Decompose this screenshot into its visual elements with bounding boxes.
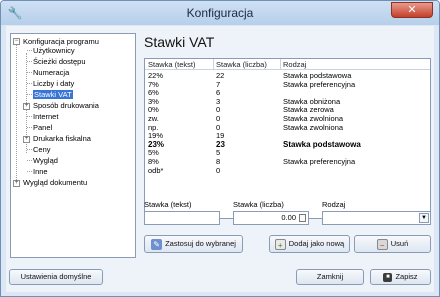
tree-line xyxy=(27,116,32,117)
collapse-icon[interactable]: − xyxy=(13,38,20,45)
tree-line xyxy=(27,61,32,62)
cell-kind: Stawka preferencyjna xyxy=(283,157,356,166)
add-label: Dodaj jako nową xyxy=(288,239,345,248)
tree-item-document-appearance[interactable]: Wygląd dokumentu xyxy=(23,177,87,188)
tree-line xyxy=(16,43,17,180)
tree-item-label: Wygląd dokumentu xyxy=(23,178,88,187)
panel-title: Stawki VAT xyxy=(144,34,215,50)
save-button[interactable]: ■ Zapisz xyxy=(370,269,431,285)
cell-kind: Stawka zwolniona xyxy=(283,122,344,132)
settings-tree: − Konfiguracja programu Użytkownicy Ście… xyxy=(10,33,136,258)
table-row[interactable]: odb* 0 xyxy=(145,165,430,176)
tree-item-numbering[interactable]: Numeracja xyxy=(33,67,69,78)
tree-item-fiscal-printer[interactable]: Drukarka fiskalna xyxy=(33,133,91,144)
client-area: − Konfiguracja programu Użytkownicy Ście… xyxy=(6,26,434,292)
tree-item-label: Stawki VAT xyxy=(33,90,73,99)
close-button[interactable]: Zamknij xyxy=(296,269,364,285)
tree-line xyxy=(27,127,32,128)
tree-item-prices[interactable]: Ceny xyxy=(33,144,51,155)
tree-item-vat-rates[interactable]: Stawki VAT xyxy=(33,89,73,100)
calculator-icon[interactable] xyxy=(299,214,306,222)
delete-icon: − xyxy=(376,238,388,250)
apply-to-selected-button[interactable]: ✎ Zastosuj do wybranej xyxy=(144,235,243,253)
tree-item-other[interactable]: Inne xyxy=(33,166,48,177)
cell-kind: Stawka preferencyjna xyxy=(283,79,356,89)
kind-label: Rodzaj xyxy=(322,200,346,209)
tree-item-panel[interactable]: Panel xyxy=(33,122,52,133)
tree-item-label: Numeracja xyxy=(33,68,70,77)
rate-number-label: Stawka (liczba) xyxy=(233,200,284,209)
tree-item-label: Liczby i daty xyxy=(33,79,75,88)
floppy-disk-icon: ■ xyxy=(383,272,393,282)
default-settings-button[interactable]: Ustawienia domyślne xyxy=(9,269,103,285)
tree-line xyxy=(27,171,32,172)
column-header-kind[interactable]: Rodzaj xyxy=(283,60,306,69)
tree-line xyxy=(27,83,32,84)
window-title: Konfiguracja xyxy=(186,6,254,20)
cell-rate-number: 0 xyxy=(216,165,221,175)
tree-item-label: Internet xyxy=(33,112,59,121)
cell-kind: Stawka podstawowa xyxy=(283,139,361,149)
tree-line xyxy=(27,50,32,51)
table-row[interactable]: np. 0 Stawka zwolniona xyxy=(145,122,430,133)
tree-line xyxy=(27,149,32,150)
tree-item-label: Drukarka fiskalna xyxy=(33,134,91,143)
edit-icon: ✎ xyxy=(151,238,163,250)
apply-label: Zastosuj do wybranej xyxy=(165,239,236,248)
tree-item-numbers-dates[interactable]: Liczby i daty xyxy=(33,78,74,89)
delete-button[interactable]: − Usuń xyxy=(354,235,431,253)
tree-item-paths[interactable]: Ścieżki dostępu xyxy=(33,56,86,67)
tree-item-label: Sposób drukowania xyxy=(33,101,99,110)
add-document-icon: + xyxy=(274,238,286,250)
expand-icon[interactable]: + xyxy=(23,136,30,143)
cell-rate-text: odb* xyxy=(148,165,164,175)
column-separator xyxy=(213,59,214,70)
expand-icon[interactable]: + xyxy=(13,180,20,187)
window-close-button[interactable]: ✕ xyxy=(391,2,433,18)
column-header-rate-text[interactable]: Stawka (tekst) xyxy=(148,60,196,69)
rate-text-input[interactable] xyxy=(144,211,220,225)
tree-item-label: Inne xyxy=(33,167,48,176)
table-row[interactable]: 23% 23 Stawka podstawowa xyxy=(145,139,430,150)
tree-item-printing[interactable]: Sposób drukowania xyxy=(33,100,99,111)
tree-line xyxy=(27,160,32,161)
column-separator xyxy=(280,59,281,70)
vat-rates-table[interactable]: Stawka (tekst) Stawka (liczba) Rodzaj 22… xyxy=(144,58,431,219)
kind-select[interactable]: ▼ xyxy=(322,211,431,225)
tree-item-internet[interactable]: Internet xyxy=(33,111,58,122)
tree-item-label: Panel xyxy=(33,123,53,132)
delete-label: Usuń xyxy=(390,239,409,248)
column-header-rate-number[interactable]: Stawka (liczba) xyxy=(216,60,267,69)
table-row[interactable]: 8% 8 Stawka preferencyjna xyxy=(145,157,430,167)
config-window: 🔧 Konfiguracja ✕ − Konfiguracja programu… xyxy=(0,0,440,297)
tree-item-label: Ścieżki dostępu xyxy=(33,57,86,66)
tree-item-label: Ceny xyxy=(33,145,51,154)
save-label: Zapisz xyxy=(395,272,418,281)
tree-line xyxy=(27,72,32,73)
tree-line xyxy=(27,94,32,95)
table-header: Stawka (tekst) Stawka (liczba) Rodzaj xyxy=(145,59,430,70)
tree-item-label: Użytkownicy xyxy=(33,46,75,55)
tree-item-users[interactable]: Użytkownicy xyxy=(33,45,75,56)
add-as-new-button[interactable]: + Dodaj jako nową xyxy=(269,235,350,253)
table-row[interactable]: 7% 7 Stawka preferencyjna xyxy=(145,79,430,90)
rate-number-input[interactable]: 0.00 xyxy=(233,211,309,225)
expand-icon[interactable]: + xyxy=(23,103,30,110)
tree-item-label: Wygląd xyxy=(33,156,58,165)
rate-number-value: 0.00 xyxy=(281,213,296,222)
title-bar[interactable]: 🔧 Konfiguracja ✕ xyxy=(1,1,439,25)
rate-text-label: Stawka (tekst) xyxy=(144,200,192,209)
chevron-down-icon[interactable]: ▼ xyxy=(419,213,429,223)
tree-item-appearance[interactable]: Wygląd xyxy=(33,155,58,166)
